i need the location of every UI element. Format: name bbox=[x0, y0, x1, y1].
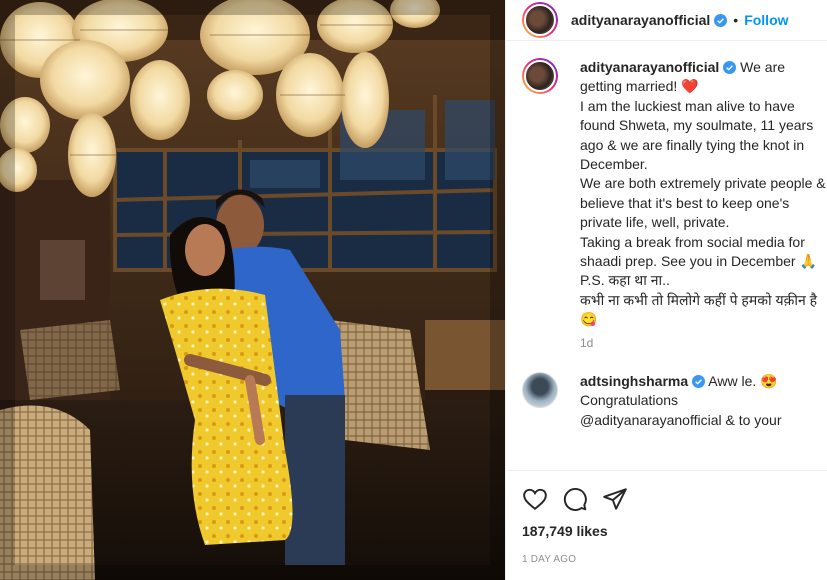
comment-row: adtsinghsharma Aww le. 😍 Congratulations… bbox=[506, 371, 827, 430]
verified-badge-icon bbox=[723, 61, 737, 74]
comment-username[interactable]: adtsinghsharma bbox=[580, 373, 688, 389]
comment-icon[interactable] bbox=[562, 486, 588, 512]
caption-text-block: adityanarayanofficial We are getting mar… bbox=[580, 58, 827, 330]
header-separator: • bbox=[733, 12, 739, 28]
verified-badge-icon bbox=[714, 13, 728, 27]
post-actions: 187,749 likes 1 DAY AGO bbox=[506, 470, 827, 565]
post-photo[interactable] bbox=[0, 0, 505, 580]
share-icon[interactable] bbox=[602, 486, 628, 512]
post-timestamp[interactable]: 1 DAY AGO bbox=[522, 554, 827, 565]
caption-username[interactable]: adityanarayanofficial bbox=[580, 59, 719, 75]
post-side-panel: adityanarayanofficial • Follow adityanar… bbox=[505, 0, 827, 580]
comments-list[interactable]: adityanarayanofficial We are getting mar… bbox=[506, 58, 827, 470]
action-icons bbox=[522, 485, 827, 513]
author-avatar[interactable] bbox=[522, 2, 558, 38]
photo-illustration bbox=[0, 0, 505, 580]
follow-button[interactable]: Follow bbox=[744, 12, 788, 28]
caption-time[interactable]: 1d bbox=[580, 336, 827, 350]
heart-icon[interactable] bbox=[522, 486, 548, 512]
caption-row: adityanarayanofficial We are getting mar… bbox=[506, 58, 827, 330]
likes-count[interactable]: 187,749 likes bbox=[522, 523, 827, 539]
caption-avatar[interactable] bbox=[522, 58, 558, 94]
commenter-avatar[interactable] bbox=[522, 371, 558, 408]
comment-text-block: adtsinghsharma Aww le. 😍 Congratulations… bbox=[580, 372, 827, 430]
author-username[interactable]: adityanarayanofficial bbox=[571, 12, 710, 28]
instagram-post: adityanarayanofficial • Follow adityanar… bbox=[0, 0, 827, 580]
caption-text: We are getting married! ❤️ I am the luck… bbox=[580, 59, 826, 328]
verified-badge-icon bbox=[692, 374, 706, 388]
post-header: adityanarayanofficial • Follow bbox=[506, 0, 827, 41]
